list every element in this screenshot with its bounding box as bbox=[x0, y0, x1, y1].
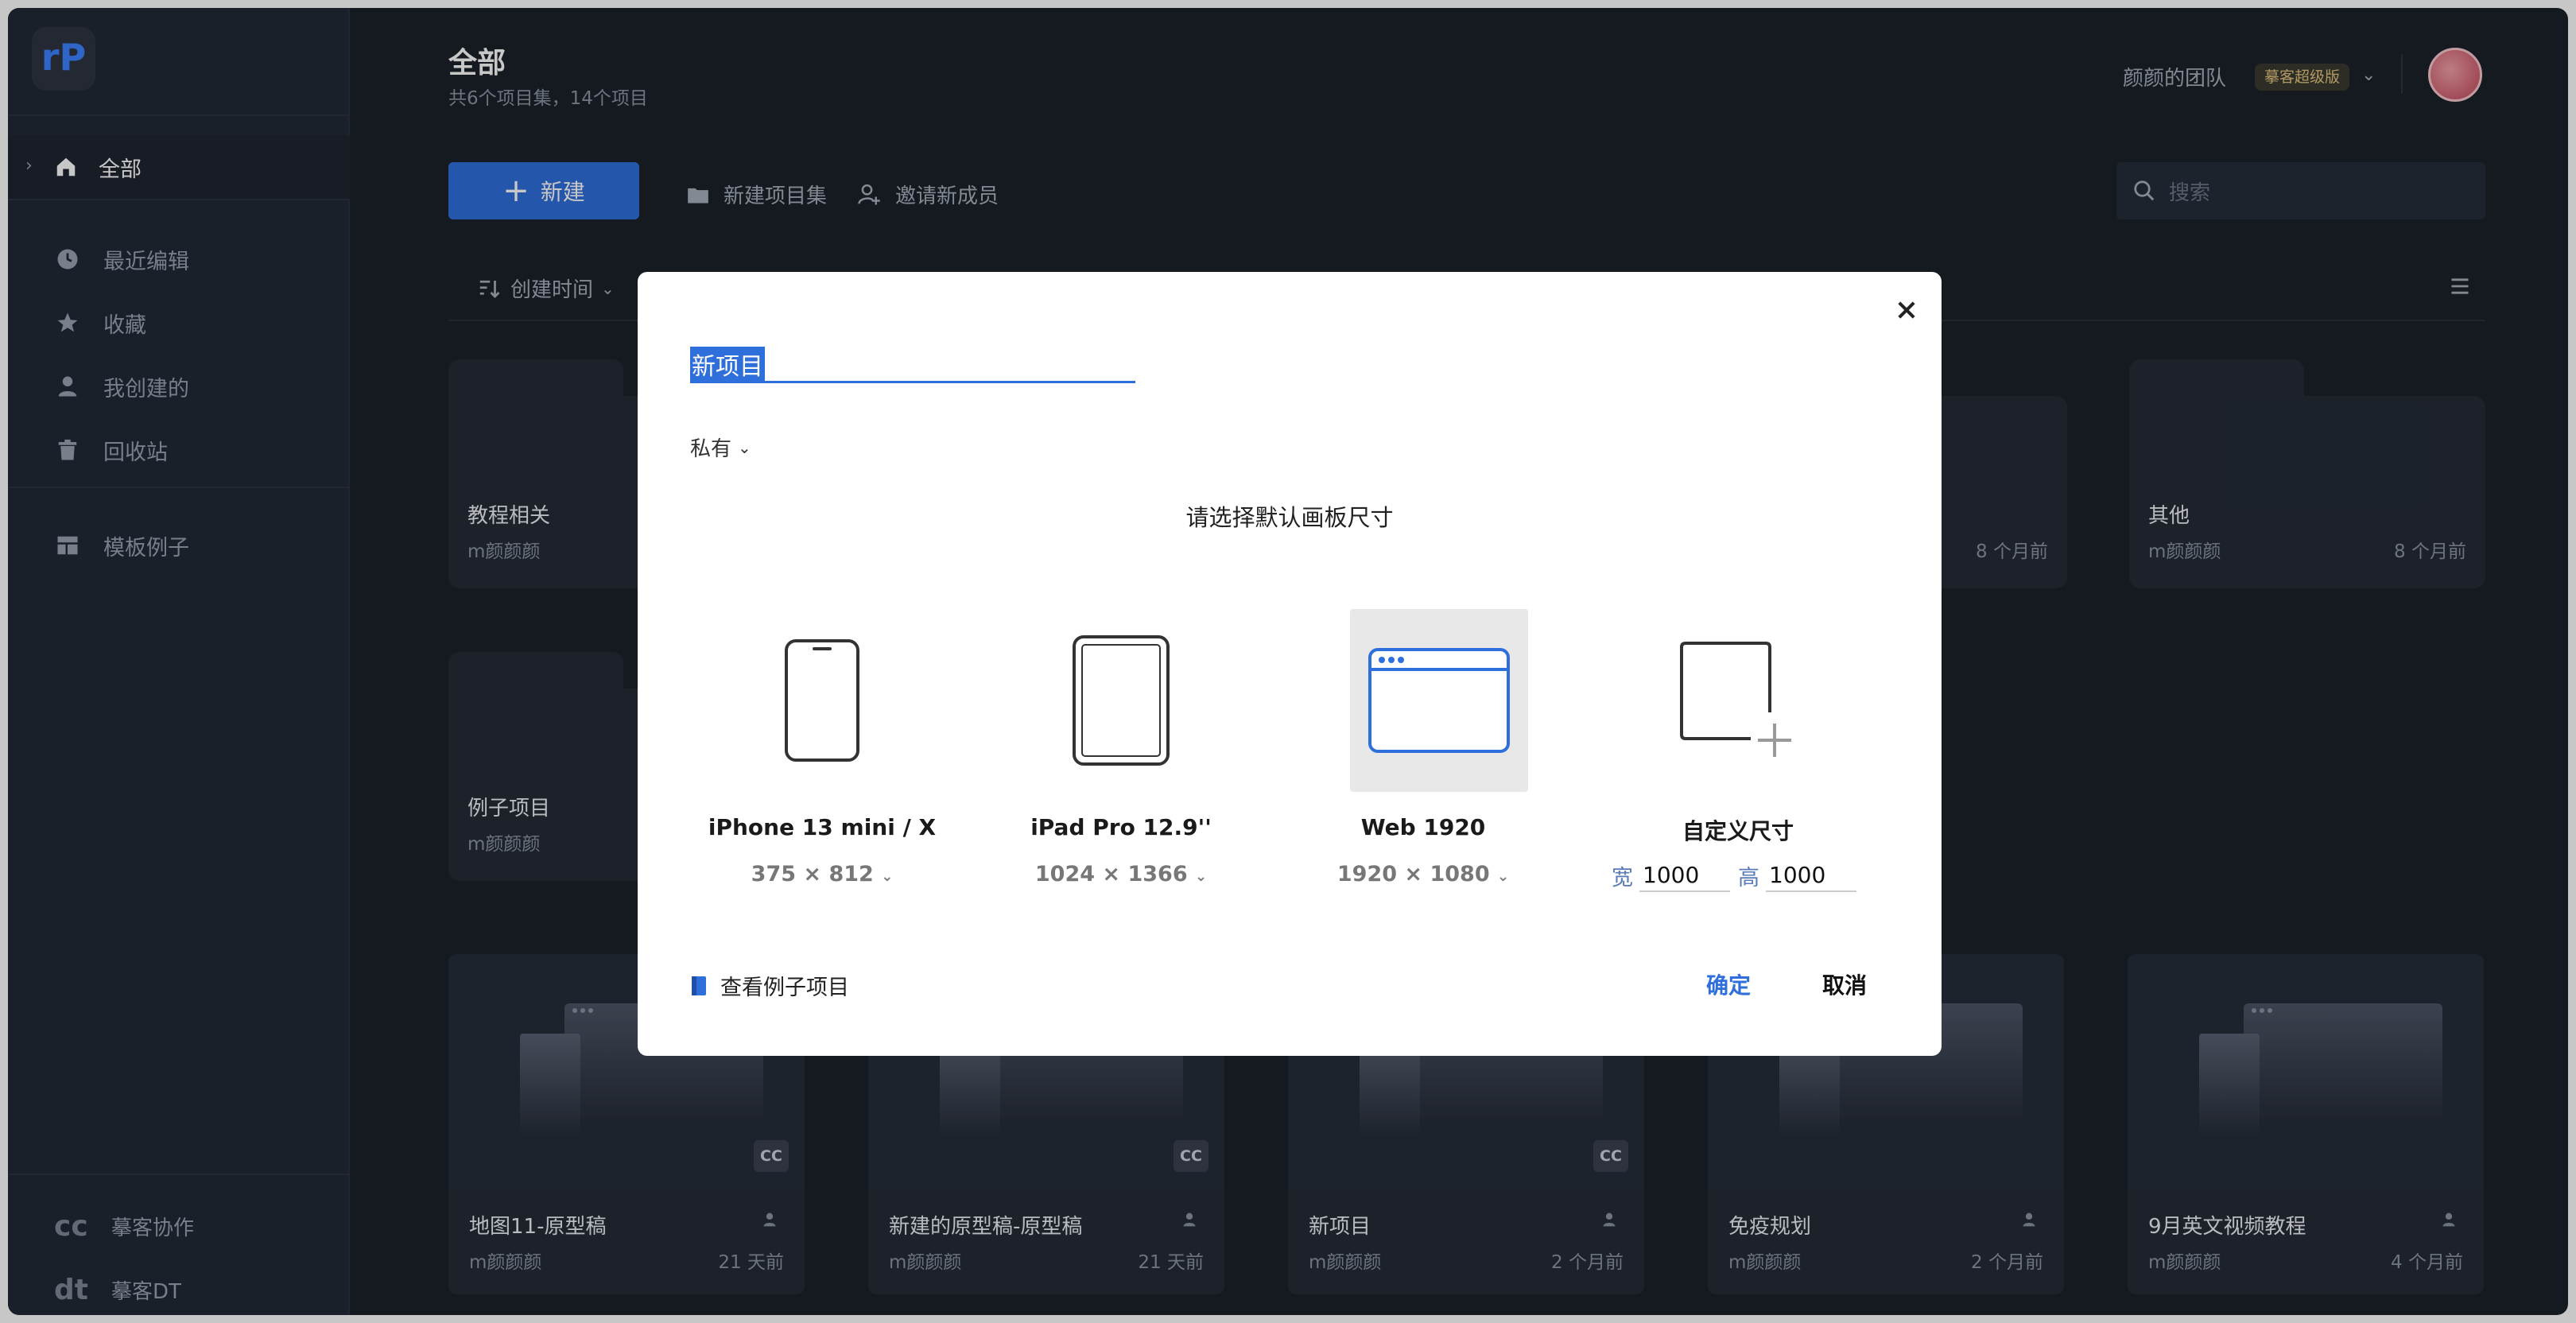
option-size: 1920 × 1080 bbox=[1336, 862, 1490, 887]
option-size-dropdown[interactable]: 1920 × 1080 ⌄ bbox=[1280, 862, 1566, 887]
confirm-button[interactable]: 确定 bbox=[1706, 968, 1751, 1000]
privacy-label: 私有 bbox=[690, 437, 732, 461]
option-label: iPhone 13 mini / X bbox=[708, 814, 937, 840]
option-label: 自定义尺寸 bbox=[1682, 818, 1794, 844]
tablet-icon bbox=[978, 609, 1264, 792]
book-icon bbox=[690, 975, 708, 997]
option-label: iPad Pro 12.9'' bbox=[1030, 814, 1212, 840]
cancel-button[interactable]: 取消 bbox=[1822, 968, 1867, 1000]
new-project-dialog: 新项目 私有 ⌄ 请选择默认画板尺寸 iPhone 13 mini / X 37… bbox=[638, 272, 1942, 1056]
chevron-down-icon: ⌄ bbox=[1497, 868, 1510, 885]
privacy-dropdown[interactable]: 私有 ⌄ bbox=[690, 433, 751, 462]
chevron-down-icon: ⌄ bbox=[738, 437, 751, 457]
custom-dimensions: 宽 1000 高 1000 bbox=[1595, 859, 1881, 892]
option-size: 1024 × 1366 bbox=[1034, 862, 1188, 887]
option-size-dropdown[interactable]: 375 × 812 ⌄ bbox=[679, 862, 965, 887]
option-size-dropdown[interactable]: 1024 × 1366 ⌄ bbox=[978, 862, 1264, 887]
option-size: 375 × 812 bbox=[751, 862, 874, 887]
view-examples-link[interactable]: 查看例子项目 bbox=[690, 970, 849, 1001]
size-heading: 请选择默认画板尺寸 bbox=[1185, 504, 1394, 531]
width-input[interactable]: 1000 bbox=[1639, 859, 1730, 892]
chevron-down-icon: ⌄ bbox=[1195, 868, 1208, 885]
browser-icon bbox=[1350, 609, 1528, 792]
option-label: Web 1920 bbox=[1360, 814, 1486, 840]
chevron-down-icon: ⌄ bbox=[881, 868, 894, 885]
close-icon[interactable] bbox=[1889, 293, 1924, 328]
custom-size-icon bbox=[1595, 609, 1881, 792]
project-name-value: 新项目 bbox=[690, 347, 765, 382]
width-label: 宽 bbox=[1612, 865, 1633, 890]
height-label: 高 bbox=[1738, 865, 1759, 890]
height-input[interactable]: 1000 bbox=[1766, 859, 1856, 892]
phone-icon bbox=[679, 609, 965, 792]
example-label: 查看例子项目 bbox=[720, 976, 849, 1000]
